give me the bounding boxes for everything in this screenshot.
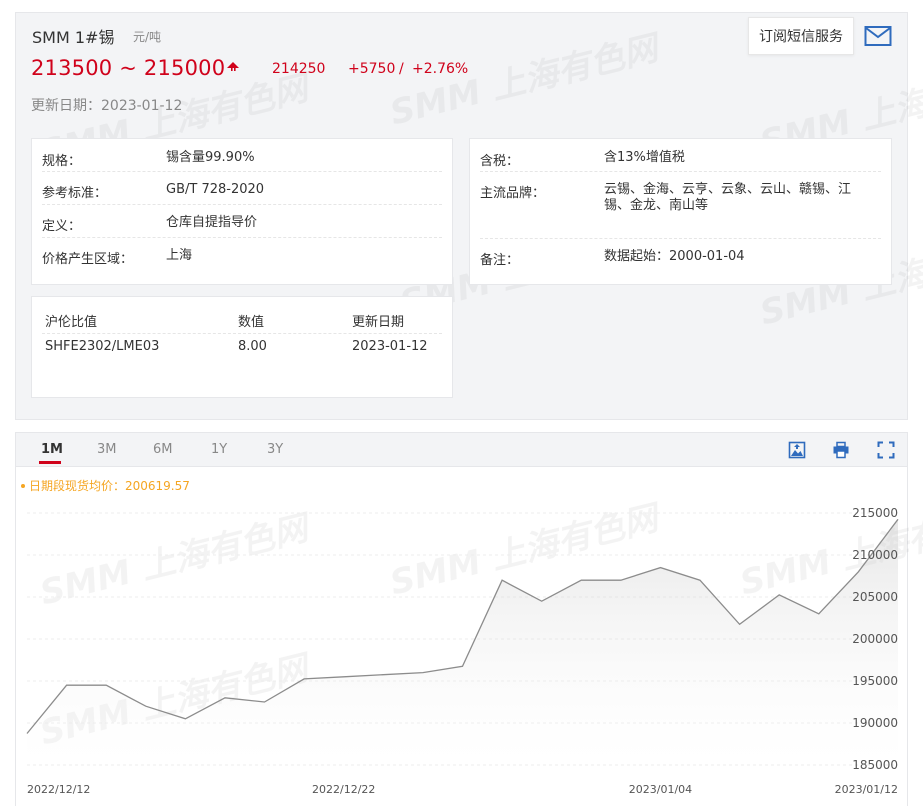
fullscreen-icon[interactable]	[877, 441, 895, 459]
spec-row: 含税： 含13%增值税	[480, 139, 881, 172]
spec-row: 定义： 仓库自提指导价	[42, 205, 442, 238]
tab-3y[interactable]: 3Y	[267, 442, 283, 457]
tab-6m[interactable]: 6M	[153, 442, 173, 457]
data-point[interactable]	[145, 705, 147, 707]
print-icon[interactable]	[832, 441, 850, 459]
data-point[interactable]	[540, 600, 542, 602]
subscribe-sms-button[interactable]: 订阅短信服务	[748, 17, 854, 55]
price-range: 213500 ~ 215000	[31, 56, 226, 80]
table-cell: 2023-01-12	[352, 339, 428, 354]
x-tick-label: 2022/12/12	[27, 783, 90, 796]
up-arrow-icon	[227, 62, 239, 71]
table-cell: SHFE2302/LME03	[45, 339, 160, 354]
y-tick-label: 215000	[852, 506, 898, 520]
spec-value: GB/T 728-2020	[166, 182, 265, 197]
spec-row: 参考标准： GB/T 728-2020	[42, 172, 442, 205]
range-tab-bar: 1M 3M 6M 1Y 3Y	[16, 433, 907, 467]
data-point[interactable]	[738, 623, 740, 625]
spec-label: 规格：	[42, 154, 82, 169]
spec-label: 备注：	[480, 253, 520, 268]
change-separator: /	[399, 61, 404, 77]
spec-value: 锡含量99.90%	[166, 150, 255, 165]
x-tick-label: 2023/01/12	[835, 783, 898, 796]
price-change-value: +5750	[348, 61, 396, 77]
data-point[interactable]	[857, 571, 859, 573]
spec-value: 含13%增值税	[604, 150, 685, 165]
spec-value: 锡、金龙、南山等	[604, 198, 709, 213]
data-point[interactable]	[778, 594, 780, 596]
price-area-chart[interactable]: 185000 190000 195000 200000 205000 210000 2150…	[16, 467, 909, 806]
price-area-fill	[27, 519, 898, 765]
data-point[interactable]	[343, 676, 345, 678]
y-tick-label: 205000	[852, 590, 898, 604]
active-tab-indicator	[39, 461, 61, 464]
price-chart-panel: 1M 3M 6M 1Y 3Y SMM 上海有色网 SMM 上海有色网 SMM 上…	[15, 432, 923, 806]
data-point[interactable]	[461, 665, 463, 667]
data-point[interactable]	[26, 732, 28, 734]
tab-1m[interactable]: 1M	[41, 442, 63, 457]
legend-marker	[21, 484, 25, 488]
watermark: SMM 上海有色网	[386, 28, 662, 134]
data-point[interactable]	[382, 674, 384, 676]
y-tick-label: 210000	[852, 548, 898, 562]
spec-row: 备注： 数据起始：2000-01-04	[480, 239, 881, 272]
legend-average-price: 日期段现货均价：200619.57	[29, 478, 190, 493]
data-point[interactable]	[659, 566, 661, 568]
data-point[interactable]	[65, 684, 67, 686]
spec-row: 主流品牌： 云锡、金海、云亨、云象、云山、赣锡、江 锡、金龙、南山等	[480, 172, 881, 239]
spec-label: 主流品牌：	[480, 186, 546, 201]
data-point[interactable]	[422, 671, 424, 673]
download-image-icon[interactable]	[788, 441, 806, 459]
x-tick-label: 2022/12/22	[312, 783, 375, 796]
data-point[interactable]	[699, 579, 701, 581]
spec-label: 价格产生区域：	[42, 252, 134, 267]
spec-label: 含税：	[480, 154, 520, 169]
y-tick-label: 190000	[852, 716, 898, 730]
table-header: 数值	[238, 315, 265, 330]
x-tick-label: 2023/01/04	[629, 783, 692, 796]
tab-1y[interactable]: 1Y	[211, 442, 227, 457]
y-tick-label: 185000	[852, 758, 898, 772]
spec-value: 上海	[166, 248, 193, 263]
data-point[interactable]	[263, 701, 265, 703]
table-header: 更新日期	[352, 315, 405, 330]
data-point[interactable]	[818, 613, 820, 615]
y-tick-label: 195000	[852, 674, 898, 688]
data-point[interactable]	[105, 684, 107, 686]
spec-row: 价格产生区域： 上海	[42, 238, 442, 271]
table-header: 沪伦比值	[45, 315, 98, 330]
data-point[interactable]	[184, 718, 186, 720]
spec-label: 参考标准：	[42, 186, 108, 201]
data-point[interactable]	[620, 579, 622, 581]
divider	[42, 333, 442, 334]
table-cell: 8.00	[238, 339, 267, 354]
spec-label: 定义：	[42, 219, 82, 234]
spec-row: 规格： 锡含量99.90%	[42, 139, 442, 172]
price-unit: 元/吨	[133, 30, 162, 44]
mail-icon[interactable]	[864, 25, 892, 47]
product-title: SMM 1#锡	[32, 28, 115, 47]
spec-value: 云锡、金海、云亨、云象、云山、赣锡、江	[604, 182, 852, 197]
data-point[interactable]	[580, 579, 582, 581]
data-point[interactable]	[224, 697, 226, 699]
shfe-lme-ratio-table: 沪伦比值 数值 更新日期 SHFE2302/LME03 8.00 2023-01…	[31, 296, 453, 398]
update-date: 更新日期：2023-01-12	[31, 98, 183, 114]
spec-table-right: 含税： 含13%增值税 主流品牌： 云锡、金海、云亨、云象、云山、赣锡、江 锡、…	[469, 138, 892, 285]
data-point[interactable]	[501, 579, 503, 581]
spec-table-left: 规格： 锡含量99.90% 参考标准： GB/T 728-2020 定义： 仓库…	[31, 138, 453, 285]
y-tick-label: 200000	[852, 632, 898, 646]
spec-value: 仓库自提指导价	[166, 215, 258, 230]
data-point[interactable]	[303, 678, 305, 680]
price-info-panel: SMM 上海有色网 SMM 上海有色网 SMM 上海有色网 SMM 上海有色网 …	[15, 12, 923, 420]
average-price: 214250	[272, 61, 326, 77]
tab-3m[interactable]: 3M	[97, 442, 117, 457]
price-change-percent: +2.76%	[412, 61, 469, 77]
spec-value: 数据起始：2000-01-04	[604, 249, 745, 264]
